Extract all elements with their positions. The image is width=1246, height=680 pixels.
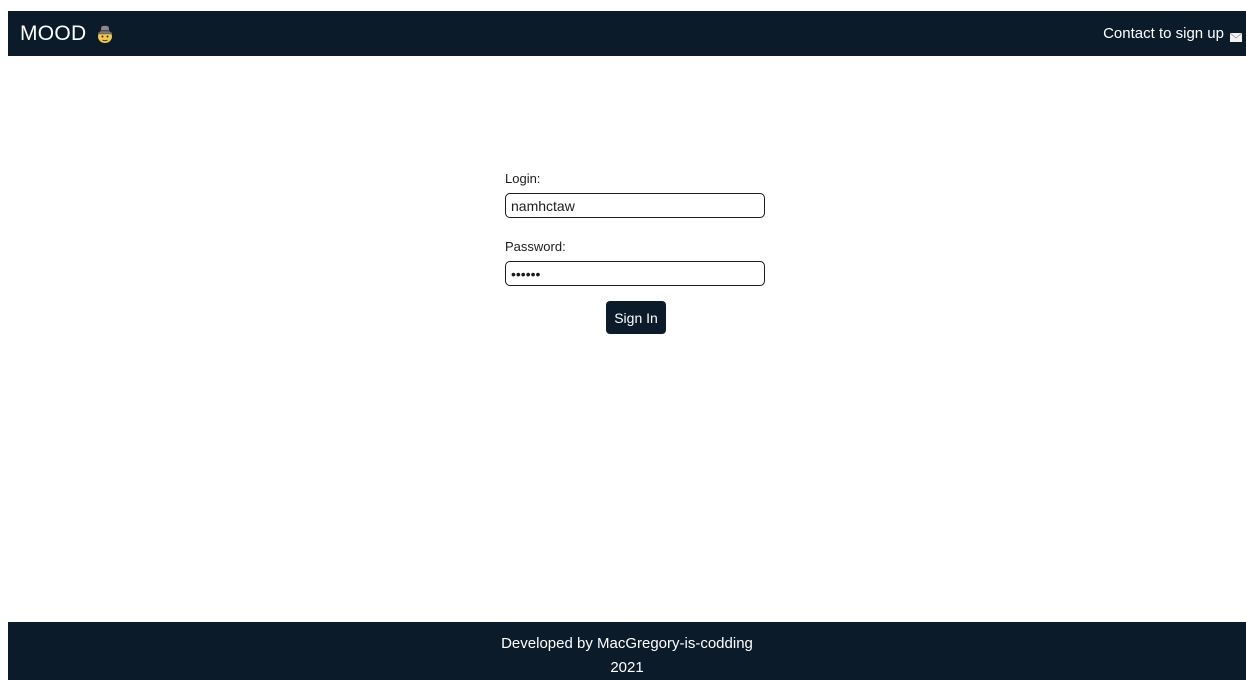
brand-title: MOOD: [20, 21, 87, 45]
password-field-group: Password:: [505, 238, 767, 286]
login-form: Login: Password: Sign In: [505, 170, 767, 334]
footer-credit: Developed by MacGregory-is-codding: [501, 635, 753, 652]
page: MOOD Contact to sign up Login: namhctaw …: [0, 0, 1246, 680]
sign-in-button[interactable]: Sign In: [606, 301, 666, 334]
signin-wrapper: Sign In: [505, 301, 767, 334]
brand-link[interactable]: MOOD: [20, 22, 115, 46]
login-field-group: Login:: [505, 170, 767, 218]
top-navbar: MOOD Contact to sign up: [8, 11, 1246, 56]
login-input[interactable]: [505, 193, 765, 218]
contact-label: Contact to sign up: [1103, 25, 1224, 42]
password-label: Password:: [505, 239, 566, 254]
envelope-icon: [1229, 29, 1243, 42]
contact-to-sign-up-link[interactable]: Contact to sign up: [1103, 25, 1243, 42]
password-input[interactable]: [505, 261, 765, 286]
page-footer: Developed by MacGregory-is-codding 2021: [8, 622, 1246, 680]
detective-emoji-icon: [95, 24, 115, 44]
login-label: Login:: [505, 171, 541, 186]
footer-year: 2021: [610, 659, 644, 676]
